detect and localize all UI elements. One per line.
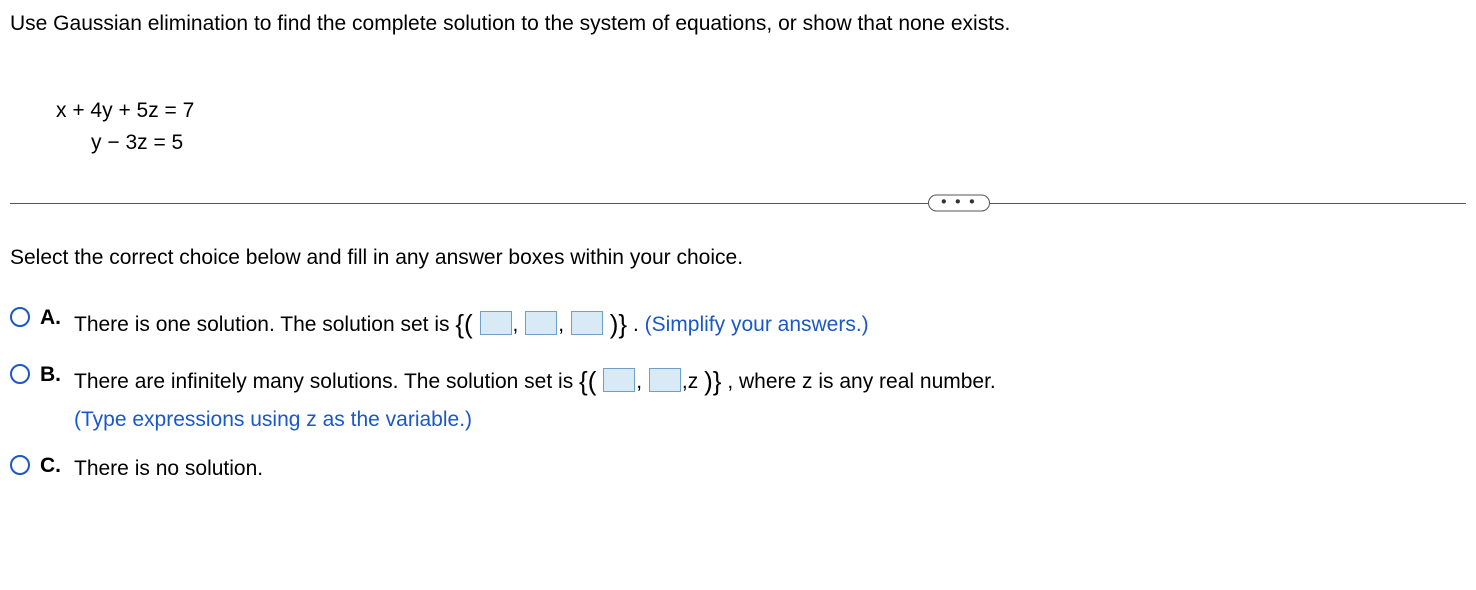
radio-b[interactable] [10,364,30,384]
choice-b-comma-1: , [636,370,642,393]
choice-b-hint: (Type expressions using z as the variabl… [74,408,472,431]
choice-a-input-1[interactable] [480,311,512,335]
choice-a-comma-1: , [513,313,519,336]
choices-group: A. There is one solution. The solution s… [10,304,1466,486]
choice-c-row: C. There is no solution. [10,452,1466,486]
radio-a[interactable] [10,307,30,327]
choice-b-text-after: , where z is any real number. [727,370,995,393]
choice-b-input-1[interactable] [603,368,635,392]
choice-c-text: There is no solution. [74,457,263,480]
choice-b-letter: B. [40,363,64,387]
choice-a-text-after: . [633,313,645,336]
question-text: Use Gaussian elimination to find the com… [10,12,1466,36]
choice-c-body: There is no solution. [74,452,1466,486]
instruction-text: Select the correct choice below and fill… [10,246,1466,270]
divider-line [10,203,1466,204]
choice-a-input-3[interactable] [571,311,603,335]
expand-pill[interactable]: • • • [928,194,990,211]
choice-a-input-2[interactable] [525,311,557,335]
choice-a-letter: A. [40,306,64,330]
equation-1: x + 4y + 5z = 7 [56,99,194,122]
choice-b-row: B. There are infinitely many solutions. … [10,361,1466,436]
choice-a-comma-2: , [558,313,564,336]
choice-b-text-before: There are infinitely many solutions. The… [74,370,579,393]
choice-c-letter: C. [40,454,64,478]
choice-a-row: A. There is one solution. The solution s… [10,304,1466,346]
choice-a-body: There is one solution. The solution set … [74,304,1466,346]
choice-b-set: {( , ,z )} [579,370,727,393]
choice-b-input-2[interactable] [649,368,681,392]
choice-a-set: {( , , )} [455,313,633,336]
section-divider: • • • [10,188,1466,218]
choice-b-z-suffix: ,z [682,370,698,393]
choice-a-text-before: There is one solution. The solution set … [74,313,455,336]
equations-block: x + 4y + 5z = 7 y − 3z = 5 [56,62,1466,160]
choice-b-body: There are infinitely many solutions. The… [74,361,1466,436]
radio-c[interactable] [10,455,30,475]
equation-2: y − 3z = 5 [56,131,183,154]
choice-a-hint: (Simplify your answers.) [645,313,869,336]
